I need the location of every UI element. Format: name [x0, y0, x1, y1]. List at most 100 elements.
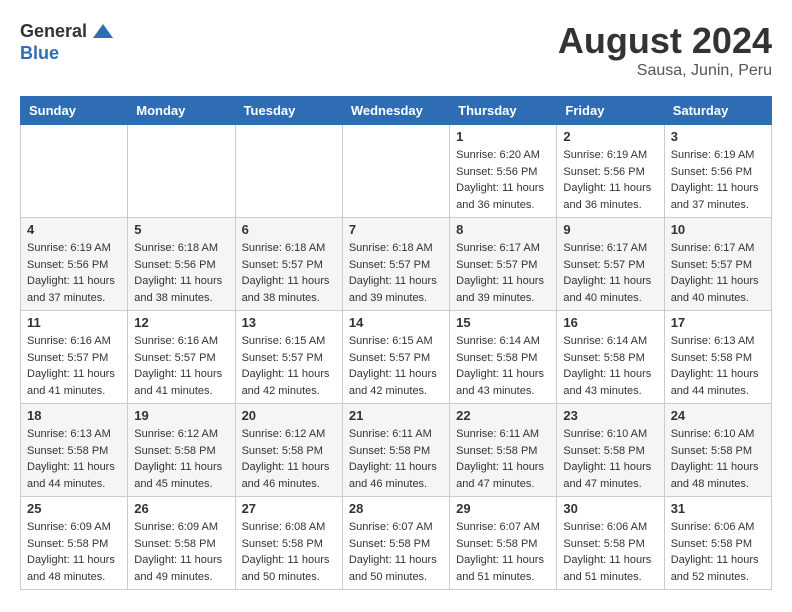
- day-number: 26: [134, 501, 228, 516]
- col-friday: Friday: [557, 97, 664, 125]
- calendar-cell: 24 Sunrise: 6:10 AMSunset: 5:58 PMDayligh…: [664, 404, 771, 497]
- day-number: 3: [671, 129, 765, 144]
- day-number: 24: [671, 408, 765, 423]
- day-info: and 42 minutes.: [242, 383, 336, 400]
- day-info: Sunset: 5:58 PM: [134, 536, 228, 553]
- day-info: Daylight: 11 hours: [134, 552, 228, 569]
- day-info: Daylight: 11 hours: [456, 180, 550, 197]
- day-info: and 47 minutes.: [563, 476, 657, 493]
- calendar-cell: 28Sunrise: 6:07 AMSunset: 5:58 PMDayligh…: [342, 497, 449, 590]
- day-number: 23: [563, 408, 657, 423]
- calendar-cell: 20Sunrise: 6:12 AMSunset: 5:58 PMDayligh…: [235, 404, 342, 497]
- calendar-cell: 29Sunrise: 6:07 AMSunset: 5:58 PMDayligh…: [450, 497, 557, 590]
- day-info: and 37 minutes.: [671, 197, 765, 214]
- day-info: Sunset: 5:58 PM: [27, 536, 121, 553]
- calendar-cell: [235, 125, 342, 218]
- day-info: Sunset: 5:58 PM: [671, 443, 765, 460]
- day-info: Sunset: 5:56 PM: [456, 164, 550, 181]
- calendar-week-2: 4Sunrise: 6:19 AMSunset: 5:56 PMDaylight…: [21, 218, 772, 311]
- day-info: Sunset: 5:56 PM: [563, 164, 657, 181]
- day-info: Sunrise: 6:12 AM: [134, 426, 228, 443]
- day-number: 13: [242, 315, 336, 330]
- day-number: 2: [563, 129, 657, 144]
- day-info: and 50 minutes.: [349, 569, 443, 586]
- day-info: Sunrise: 6:17 AM: [563, 240, 657, 257]
- logo: General Blue: [20, 20, 115, 64]
- day-info: Sunset: 5:57 PM: [27, 350, 121, 367]
- logo-text: General Blue: [20, 20, 115, 64]
- day-info: Sunrise: 6:19 AM: [671, 147, 765, 164]
- day-info: Daylight: 11 hours: [27, 366, 121, 383]
- day-info: Sunrise: 6:17 AM: [671, 240, 765, 257]
- day-info: Sunrise: 6:14 AM: [563, 333, 657, 350]
- day-number: 20: [242, 408, 336, 423]
- day-info: Sunset: 5:58 PM: [456, 536, 550, 553]
- day-info: and 50 minutes.: [242, 569, 336, 586]
- calendar-cell: 4Sunrise: 6:19 AMSunset: 5:56 PMDaylight…: [21, 218, 128, 311]
- day-info: Sunset: 5:56 PM: [27, 257, 121, 274]
- day-info: Sunrise: 6:10 AM: [671, 426, 765, 443]
- calendar-cell: 16Sunrise: 6:14 AMSunset: 5:58 PMDayligh…: [557, 311, 664, 404]
- day-info: Sunset: 5:58 PM: [671, 350, 765, 367]
- location-title: Sausa, Junin, Peru: [558, 62, 772, 80]
- day-number: 27: [242, 501, 336, 516]
- col-tuesday: Tuesday: [235, 97, 342, 125]
- day-info: and 40 minutes.: [563, 290, 657, 307]
- logo-general: General: [20, 22, 87, 42]
- day-info: Sunset: 5:58 PM: [563, 350, 657, 367]
- day-info: and 39 minutes.: [349, 290, 443, 307]
- day-info: Sunrise: 6:06 AM: [563, 519, 657, 536]
- day-info: Daylight: 11 hours: [242, 366, 336, 383]
- calendar-cell: 5Sunrise: 6:18 AMSunset: 5:56 PMDaylight…: [128, 218, 235, 311]
- day-info: Sunrise: 6:18 AM: [242, 240, 336, 257]
- calendar-cell: [128, 125, 235, 218]
- calendar-cell: 27Sunrise: 6:08 AMSunset: 5:58 PMDayligh…: [235, 497, 342, 590]
- logo-blue: Blue: [20, 44, 115, 64]
- day-info: and 51 minutes.: [456, 569, 550, 586]
- day-info: Sunset: 5:56 PM: [134, 257, 228, 274]
- day-info: Sunrise: 6:06 AM: [671, 519, 765, 536]
- day-info: Daylight: 11 hours: [563, 552, 657, 569]
- day-number: 30: [563, 501, 657, 516]
- calendar-week-5: 25Sunrise: 6:09 AMSunset: 5:58 PMDayligh…: [21, 497, 772, 590]
- day-info: Sunset: 5:58 PM: [563, 443, 657, 460]
- day-info: Daylight: 11 hours: [134, 366, 228, 383]
- day-number: 4: [27, 222, 121, 237]
- day-info: Sunrise: 6:09 AM: [134, 519, 228, 536]
- day-info: Sunrise: 6:15 AM: [242, 333, 336, 350]
- day-info: and 43 minutes.: [456, 383, 550, 400]
- day-info: Sunset: 5:57 PM: [134, 350, 228, 367]
- day-info: Sunset: 5:57 PM: [456, 257, 550, 274]
- day-info: and 40 minutes.: [671, 290, 765, 307]
- day-info: and 44 minutes.: [27, 476, 121, 493]
- day-info: Sunset: 5:57 PM: [242, 350, 336, 367]
- calendar-cell: 11Sunrise: 6:16 AMSunset: 5:57 PMDayligh…: [21, 311, 128, 404]
- calendar-cell: [342, 125, 449, 218]
- day-info: and 48 minutes.: [27, 569, 121, 586]
- col-monday: Monday: [128, 97, 235, 125]
- day-info: and 49 minutes.: [134, 569, 228, 586]
- day-info: Daylight: 11 hours: [242, 459, 336, 476]
- day-info: Sunset: 5:57 PM: [349, 257, 443, 274]
- day-number: 28: [349, 501, 443, 516]
- day-info: Sunrise: 6:16 AM: [27, 333, 121, 350]
- day-info: and 46 minutes.: [349, 476, 443, 493]
- calendar-cell: 15Sunrise: 6:14 AMSunset: 5:58 PMDayligh…: [450, 311, 557, 404]
- day-info: and 36 minutes.: [563, 197, 657, 214]
- day-info: Daylight: 11 hours: [349, 459, 443, 476]
- day-info: Sunset: 5:56 PM: [671, 164, 765, 181]
- day-number: 5: [134, 222, 228, 237]
- day-info: Sunrise: 6:15 AM: [349, 333, 443, 350]
- day-info: Sunrise: 6:16 AM: [134, 333, 228, 350]
- day-number: 25: [27, 501, 121, 516]
- day-info: Daylight: 11 hours: [242, 552, 336, 569]
- day-info: Daylight: 11 hours: [456, 459, 550, 476]
- day-number: 1: [456, 129, 550, 144]
- day-info: and 51 minutes.: [563, 569, 657, 586]
- day-info: Daylight: 11 hours: [671, 180, 765, 197]
- day-number: 29: [456, 501, 550, 516]
- day-info: Daylight: 11 hours: [671, 459, 765, 476]
- day-info: and 36 minutes.: [456, 197, 550, 214]
- calendar-cell: 6Sunrise: 6:18 AMSunset: 5:57 PMDaylight…: [235, 218, 342, 311]
- day-info: and 43 minutes.: [563, 383, 657, 400]
